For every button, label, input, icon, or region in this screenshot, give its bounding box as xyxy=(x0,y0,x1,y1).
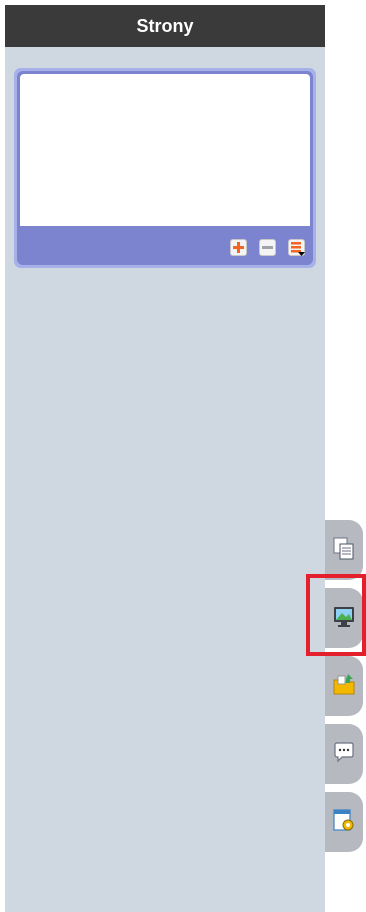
plus-icon xyxy=(233,242,244,253)
display-icon xyxy=(334,607,354,627)
tab-attachments[interactable] xyxy=(325,656,363,716)
settings-gear-icon xyxy=(333,809,354,831)
folder-icon xyxy=(333,674,355,695)
pages-panel: Strony xyxy=(5,5,325,912)
pages-icon xyxy=(333,537,354,560)
list-menu-icon xyxy=(291,242,305,256)
tab-gallery[interactable] xyxy=(325,588,363,648)
page-menu-button[interactable] xyxy=(288,239,305,256)
page-thumbnail-frame xyxy=(14,68,316,268)
tab-properties[interactable] xyxy=(325,792,363,852)
tab-pages[interactable] xyxy=(325,520,363,580)
minus-icon xyxy=(262,246,273,249)
tab-comments[interactable] xyxy=(325,724,363,784)
page-thumbnail[interactable] xyxy=(20,74,310,226)
add-page-button[interactable] xyxy=(230,239,247,256)
panel-title: Strony xyxy=(5,5,325,47)
remove-page-button[interactable] xyxy=(259,239,276,256)
speech-bubble-icon xyxy=(334,742,354,763)
page-controls xyxy=(230,239,305,256)
page-thumbnail-container xyxy=(17,71,313,265)
